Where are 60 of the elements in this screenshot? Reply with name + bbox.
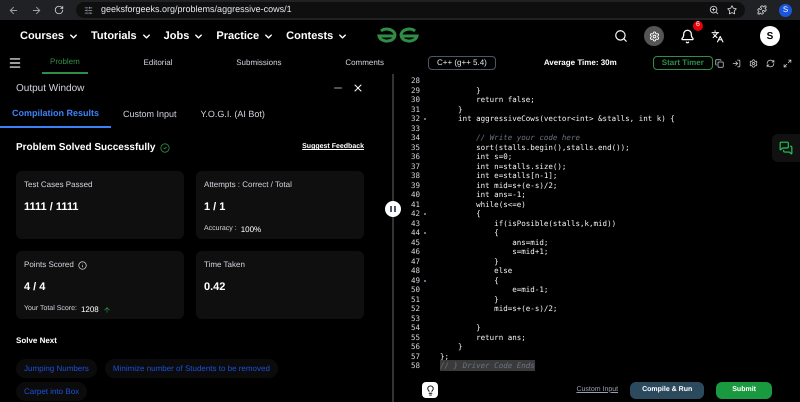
fold-marker-icon[interactable]	[424, 232, 426, 234]
nav-menu[interactable]: Courses	[20, 28, 80, 44]
problem-tab[interactable]: Editorial	[136, 52, 180, 74]
forward-icon[interactable]	[31, 4, 42, 16]
problem-tab[interactable]: Submissions	[228, 52, 290, 74]
user-avatar[interactable]: S	[760, 26, 780, 46]
back-icon[interactable]	[8, 4, 19, 16]
profile-avatar[interactable]: S	[779, 4, 792, 16]
average-time: Average Time: 30m	[544, 57, 617, 69]
card-value: 0.42	[204, 280, 226, 295]
nav-menu[interactable]: Jobs	[164, 28, 204, 44]
fold-marker-icon[interactable]	[424, 118, 426, 120]
close-icon[interactable]	[352, 82, 364, 94]
notification-bell-icon[interactable]	[680, 28, 695, 44]
lightbulb-icon	[424, 384, 436, 396]
info-icon[interactable]	[78, 260, 87, 270]
card-value: 1 / 1	[204, 200, 226, 215]
note-value: 100%	[240, 224, 262, 236]
section-title: Solve Next	[15, 335, 58, 347]
nav-menu[interactable]: Tutorials	[91, 28, 152, 44]
extensions-icon[interactable]	[757, 5, 767, 15]
language-select[interactable]: C++ (g++ 5.4)	[428, 56, 496, 70]
site-logo-icon[interactable]	[375, 27, 421, 45]
hint-button[interactable]	[422, 382, 438, 398]
note-value: 1208	[80, 304, 99, 316]
output-tab[interactable]: Custom Input	[111, 102, 189, 128]
check-circle-icon	[160, 142, 170, 152]
card-title: Test Cases Passed	[24, 179, 92, 191]
url-text[interactable]: geeksforgeeks.org/problems/aggressive-cows/1	[101, 3, 292, 17]
output-tab[interactable]: Compilation Results	[0, 102, 112, 128]
translate-icon[interactable]	[711, 30, 724, 42]
status-text: Problem Solved Successfully	[16, 141, 156, 155]
nav-menu[interactable]: Practice	[216, 28, 274, 44]
panel-title: Output Window	[16, 82, 86, 96]
card-title: Points Scored	[24, 259, 74, 271]
address-bar[interactable]: geeksforgeeks.org/problems/aggressive-cows/1	[76, 2, 745, 18]
output-tab[interactable]: Y.O.G.I. (AI Bot)	[188, 102, 277, 128]
exit-icon[interactable]	[732, 58, 741, 68]
settings-icon[interactable]	[749, 58, 758, 68]
problem-tab[interactable]: Comments	[337, 52, 392, 74]
reload-icon[interactable]	[54, 5, 64, 15]
reset-icon[interactable]	[766, 58, 775, 68]
resize-handle[interactable]	[385, 201, 401, 217]
bookmark-star-icon[interactable]	[727, 5, 737, 15]
site-settings-icon[interactable]	[84, 6, 93, 14]
copy-icon[interactable]	[715, 58, 724, 68]
card-value: 1111 / 1111	[24, 200, 80, 215]
menu-icon[interactable]	[8, 56, 22, 70]
zoom-icon[interactable]	[709, 5, 719, 15]
fold-marker-icon[interactable]	[424, 280, 426, 282]
fold-marker-icon[interactable]	[424, 213, 426, 216]
chat-icon[interactable]	[779, 141, 793, 155]
card-title: Time Taken	[204, 259, 245, 271]
nav-menu[interactable]: Contests	[286, 28, 348, 44]
fullscreen-icon[interactable]	[783, 58, 792, 68]
theme-toggle[interactable]	[644, 26, 664, 46]
search-icon[interactable]	[614, 29, 628, 43]
card-value: 4 / 4	[24, 280, 46, 295]
card-title: Attempts : Correct / Total	[204, 179, 292, 191]
start-timer-button[interactable]: Start Timer	[652, 56, 713, 70]
